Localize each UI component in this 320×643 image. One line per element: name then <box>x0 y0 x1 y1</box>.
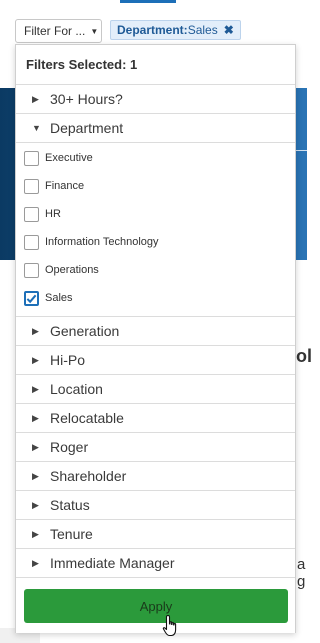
filter-for-label: Filter For ... <box>24 24 86 38</box>
section-label: Department <box>50 120 124 136</box>
section-generation[interactable]: ▶ Generation <box>16 317 295 346</box>
active-tab-indicator <box>120 0 176 3</box>
caret-down-icon: ▼ <box>32 123 41 133</box>
option-operations[interactable]: Operations <box>16 256 295 284</box>
chip-key: Department: <box>117 23 188 37</box>
apply-button[interactable]: Apply <box>24 589 288 623</box>
section-immediate-manager[interactable]: ▶ Immediate Manager <box>16 549 295 578</box>
active-filter-chip[interactable]: Department: Sales ✖ <box>110 20 241 40</box>
background-heading-fragment: ol <box>296 346 312 366</box>
hand-pointer-icon <box>162 614 177 637</box>
caret-right-icon: ▶ <box>32 470 39 481</box>
section-label: Roger <box>50 439 89 455</box>
section-label: Immediate Manager <box>50 555 175 571</box>
caret-right-icon: ▶ <box>32 325 39 336</box>
section-location[interactable]: ▶ Location <box>16 375 295 404</box>
section-label: Tenure <box>50 526 93 542</box>
section-label: Relocatable <box>50 410 124 426</box>
caret-right-icon: ▶ <box>32 528 39 539</box>
option-information-technology[interactable]: Information Technology <box>16 228 295 256</box>
section-label: Hi-Po <box>50 352 86 368</box>
section-status[interactable]: ▶ Status <box>16 491 295 520</box>
option-label: Sales <box>45 292 73 304</box>
checkbox[interactable] <box>24 206 39 222</box>
section-hi-po[interactable]: ▶ Hi-Po <box>16 346 295 375</box>
section-label: Location <box>50 381 103 397</box>
caret-right-icon: ▶ <box>32 354 39 365</box>
caret-right-icon: ▶ <box>32 441 39 452</box>
caret-right-icon: ▶ <box>32 499 39 510</box>
option-label: Finance <box>45 180 85 192</box>
section-30-hours[interactable]: ▶ 30+ Hours? <box>16 85 295 114</box>
checkbox[interactable] <box>24 178 39 194</box>
option-label: HR <box>45 208 61 220</box>
section-roger[interactable]: ▶ Roger <box>16 433 295 462</box>
remove-filter-icon[interactable]: ✖ <box>224 23 234 37</box>
checkmark-icon <box>26 294 37 303</box>
section-department[interactable]: ▼ Department <box>16 114 295 143</box>
option-hr[interactable]: HR <box>16 200 295 228</box>
checkbox[interactable] <box>24 150 39 166</box>
background-text-fragment: a g <box>297 556 306 590</box>
department-options: Executive Finance HR Information Technol… <box>16 143 295 317</box>
section-shareholder[interactable]: ▶ Shareholder <box>16 462 295 491</box>
section-label: Shareholder <box>50 468 127 484</box>
section-label: Status <box>50 497 90 513</box>
caret-right-icon: ▶ <box>32 93 39 104</box>
chip-value: Sales <box>187 23 218 37</box>
section-label: Generation <box>50 323 120 339</box>
option-executive[interactable]: Executive <box>16 144 295 172</box>
banner-divider <box>296 150 307 151</box>
option-sales[interactable]: Sales <box>16 284 295 312</box>
apply-footer: Apply <box>16 586 295 633</box>
option-label: Information Technology <box>45 236 159 248</box>
section-label: 30+ Hours? <box>50 91 123 107</box>
option-label: Executive <box>45 152 93 164</box>
option-label: Operations <box>45 264 99 276</box>
checkbox[interactable] <box>24 262 39 278</box>
option-finance[interactable]: Finance <box>16 172 295 200</box>
section-tenure[interactable]: ▶ Tenure <box>16 520 295 549</box>
checkbox-checked[interactable] <box>24 290 39 306</box>
caret-right-icon: ▶ <box>32 383 39 394</box>
filter-for-button[interactable]: Filter For ... ▼ <box>15 19 102 43</box>
caret-down-icon: ▼ <box>90 26 99 36</box>
checkbox[interactable] <box>24 234 39 250</box>
section-relocatable[interactable]: ▶ Relocatable <box>16 404 295 433</box>
caret-right-icon: ▶ <box>32 557 39 568</box>
filters-selected-header: Filters Selected: 1 <box>16 45 295 85</box>
caret-right-icon: ▶ <box>32 412 39 423</box>
filter-dropdown-panel: Filters Selected: 1 ▶ 30+ Hours? ▼ Depar… <box>15 44 296 633</box>
